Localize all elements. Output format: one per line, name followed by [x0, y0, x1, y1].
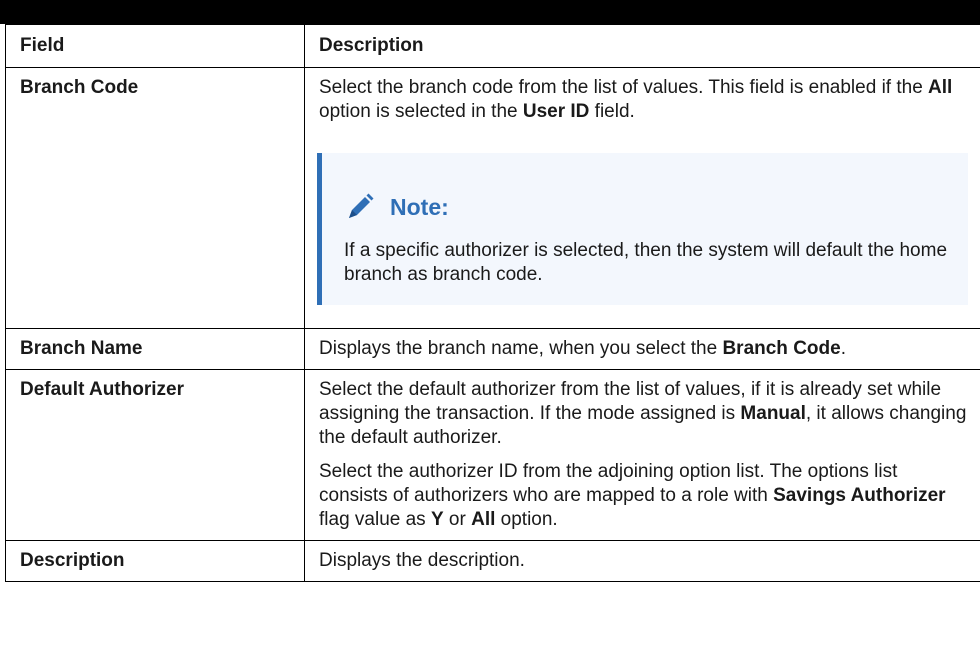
description-description: Displays the description.: [304, 540, 980, 582]
field-description-table: Field Description Branch Code Select the…: [5, 24, 980, 582]
field-default-authorizer: Default Authorizer: [5, 369, 305, 541]
description-text: Displays the description.: [319, 550, 525, 571]
top-bar: [0, 0, 980, 24]
table-row: Description Displays the description.: [5, 540, 980, 582]
table-row: Branch Name Displays the branch name, wh…: [5, 328, 980, 370]
description-default-authorizer: Select the default authorizer from the l…: [304, 369, 980, 541]
field-description: Description: [5, 540, 305, 582]
note-box: Note: If a specific authorizer is select…: [317, 153, 968, 305]
description-text: Select the branch code from the list of …: [319, 77, 953, 122]
description-text: Select the authorizer ID from the adjoin…: [319, 461, 946, 530]
field-branch-code: Branch Code: [5, 67, 305, 329]
field-branch-name: Branch Name: [5, 328, 305, 370]
description-branch-code: Select the branch code from the list of …: [304, 67, 980, 329]
table-row: Branch Code Select the branch code from …: [5, 67, 980, 329]
table-row: Default Authorizer Select the default au…: [5, 369, 980, 541]
header-field: Field: [5, 24, 305, 68]
note-title: Note:: [390, 194, 449, 220]
pencil-icon: [349, 193, 374, 218]
description-branch-name: Displays the branch name, when you selec…: [304, 328, 980, 370]
header-description: Description: [304, 24, 980, 68]
description-text: Displays the branch name, when you selec…: [319, 338, 846, 359]
table-header-row: Field Description: [5, 24, 980, 68]
note-text: If a specific authorizer is selected, th…: [344, 240, 948, 285]
description-text: Select the default authorizer from the l…: [319, 379, 967, 448]
